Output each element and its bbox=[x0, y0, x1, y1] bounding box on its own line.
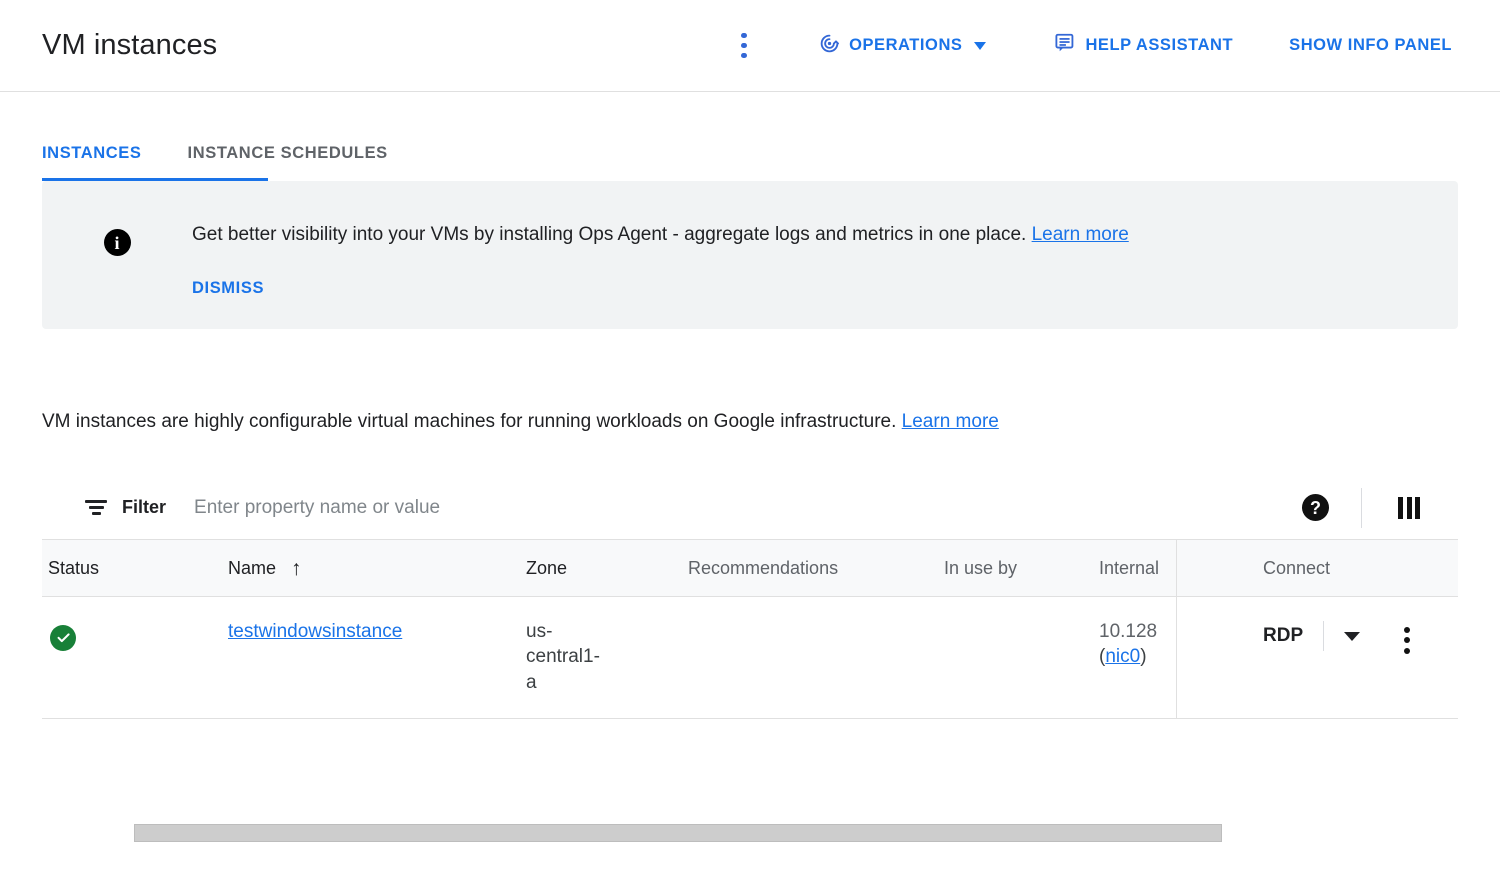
header-overflow-menu-button[interactable] bbox=[729, 32, 759, 59]
kebab-menu-icon-dot bbox=[741, 32, 747, 39]
row-overflow-menu-button[interactable] bbox=[1404, 619, 1410, 654]
banner-message-text: Get better visibility into your VMs by i… bbox=[192, 224, 1027, 245]
column-header-recommendations[interactable]: Recommendations bbox=[688, 540, 944, 598]
frozen-column-divider bbox=[1176, 538, 1177, 719]
cell-recommendations bbox=[688, 613, 944, 619]
column-header-status[interactable]: Status bbox=[42, 540, 228, 598]
tab-bar: INSTANCES INSTANCE SCHEDULES bbox=[0, 144, 1500, 181]
info-icon: i bbox=[103, 229, 131, 256]
table-row[interactable]: testwindowsinstance us-central1-a 10.128… bbox=[42, 597, 1458, 719]
filter-bar: Filter ? bbox=[42, 477, 1458, 539]
rdp-connect-button[interactable]: RDP bbox=[1263, 625, 1303, 647]
banner-body: Get better visibility into your VMs by i… bbox=[192, 207, 1129, 298]
help-question-icon[interactable]: ? bbox=[1302, 494, 1329, 522]
horizontal-scrollbar-thumb[interactable] bbox=[134, 824, 1222, 842]
filter-label: Filter bbox=[122, 497, 167, 518]
tab-spacer bbox=[142, 144, 188, 181]
chevron-down-icon bbox=[974, 41, 987, 50]
description-learn-more-link[interactable]: Learn more bbox=[902, 411, 999, 432]
operations-button-label: OPERATIONS bbox=[849, 36, 963, 54]
cell-internal-ip: 10.128 (nic0) bbox=[1099, 613, 1161, 670]
column-header-internal-ip[interactable]: Internal bbox=[1099, 540, 1219, 598]
page-title: VM instances bbox=[42, 29, 218, 61]
internal-ip-nic-line: (nic0) bbox=[1099, 644, 1161, 670]
cell-name: testwindowsinstance bbox=[228, 613, 526, 645]
instance-name-link[interactable]: testwindowsinstance bbox=[228, 621, 402, 642]
green-check-circle-icon bbox=[50, 624, 76, 651]
cell-in-use-by bbox=[944, 613, 1099, 619]
cell-status bbox=[42, 613, 228, 651]
column-header-in-use-by[interactable]: In use by bbox=[944, 540, 1099, 598]
cell-connect: RDP bbox=[1219, 613, 1458, 654]
banner-dismiss-button[interactable]: DISMISS bbox=[192, 279, 264, 298]
operations-button[interactable]: OPERATIONS bbox=[815, 27, 990, 65]
column-display-options-icon[interactable] bbox=[1398, 496, 1420, 519]
banner-learn-more-link[interactable]: Learn more bbox=[1032, 224, 1129, 245]
toolbar-divider bbox=[1361, 487, 1362, 528]
tab-instances[interactable]: INSTANCES bbox=[42, 144, 142, 181]
column-header-name[interactable]: Name ↑ bbox=[228, 540, 526, 598]
table-header-row: Status Name ↑ Zone Recommendations In us… bbox=[42, 538, 1458, 598]
tab-instance-schedules[interactable]: INSTANCE SCHEDULES bbox=[188, 144, 388, 181]
kebab-menu-icon-dot bbox=[741, 52, 747, 59]
page-description-text: VM instances are highly configurable vir… bbox=[42, 411, 897, 432]
ops-agent-banner: i Get better visibility into your VMs by… bbox=[42, 181, 1458, 329]
nic-link[interactable]: nic0 bbox=[1105, 646, 1140, 667]
column-header-zone[interactable]: Zone bbox=[526, 540, 688, 598]
banner-message: Get better visibility into your VMs by i… bbox=[192, 221, 1129, 249]
connect-divider bbox=[1323, 621, 1325, 652]
show-info-panel-label: SHOW INFO PANEL bbox=[1289, 36, 1452, 54]
sort-ascending-icon: ↑ bbox=[291, 557, 302, 581]
banner-icon-wrap: i bbox=[42, 207, 192, 256]
nic-paren-close: ) bbox=[1140, 646, 1147, 668]
instances-table: Status Name ↑ Zone Recommendations In us… bbox=[42, 538, 1458, 719]
help-assistant-button[interactable]: HELP ASSISTANT bbox=[1050, 26, 1237, 65]
chevron-down-icon[interactable] bbox=[1344, 631, 1361, 641]
internal-ip-value: 10.128 bbox=[1099, 620, 1158, 642]
search-input[interactable] bbox=[192, 495, 1302, 520]
filter-icon[interactable] bbox=[84, 500, 108, 515]
show-info-panel-button[interactable]: SHOW INFO PANEL bbox=[1285, 30, 1456, 61]
monitoring-target-icon bbox=[819, 33, 840, 59]
cell-zone: us-central1-a bbox=[526, 620, 600, 693]
column-header-connect[interactable]: Connect bbox=[1219, 540, 1458, 598]
page-description: VM instances are highly configurable vir… bbox=[42, 403, 1032, 441]
active-tab-indicator bbox=[42, 178, 268, 181]
column-header-name-label: Name bbox=[228, 558, 277, 579]
page-header: VM instances OPERATIONS HELP ASSISTANT S… bbox=[0, 0, 1500, 92]
message-bubble-icon bbox=[1054, 32, 1076, 59]
header-actions: OPERATIONS HELP ASSISTANT SHOW INFO PANE… bbox=[729, 26, 1456, 65]
kebab-menu-icon-dot bbox=[741, 42, 747, 49]
help-assistant-button-label: HELP ASSISTANT bbox=[1085, 36, 1234, 54]
